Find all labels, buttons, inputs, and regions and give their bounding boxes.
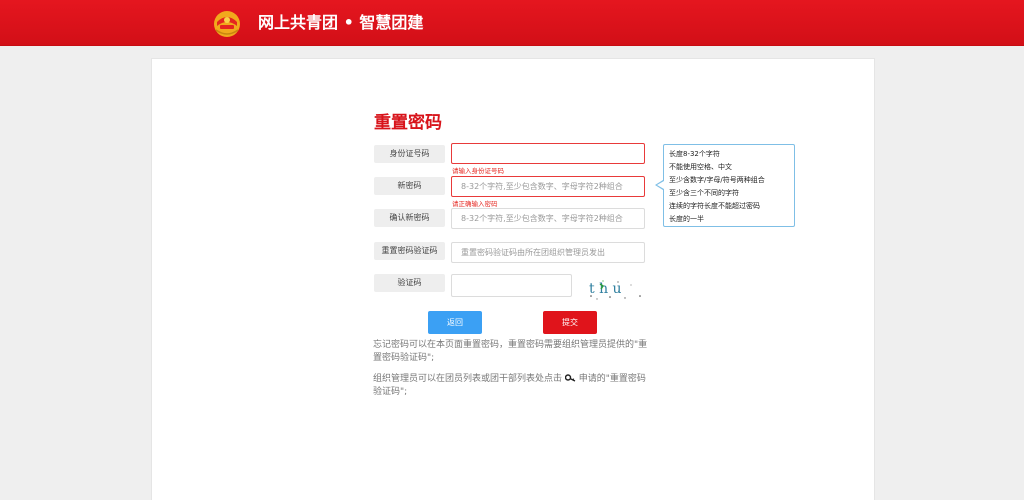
reset-code-input[interactable]: 重置密码验证码由所在团组织管理员发出 [451,242,645,263]
new-password-input[interactable]: 8-32个字符,至少包含数字、字母字符2种组合 [451,176,645,197]
captcha-text: t h u [589,281,622,297]
submit-button[interactable]: 提交 [543,311,597,334]
help-note-2: 组织管理员可以在团员列表或团干部列表处点击 申请的"重置密码验证码"; [373,373,648,399]
app-brand-title: 网上共青团 • 智慧团建 [258,13,424,32]
captcha-image[interactable]: t h u [585,276,645,301]
id-number-error: 请输入身份证号码 [452,167,504,175]
help-note-1: 忘记密码可以在本页面重置密码，重置密码需要组织管理员提供的"重置密码验证码"; [373,340,648,363]
page-title: 重置密码 [374,113,442,133]
tip-line: 至少含数字/字母/符号两种组合 [669,176,765,184]
password-rules-tooltip: 长度8-32个字符 不能使用空格、中文 至少含数字/字母/符号两种组合 至少含三… [663,144,795,227]
id-number-input[interactable] [451,143,645,164]
tip-arrow-fill [657,181,664,189]
id-number-label: 身份证号码 [374,145,445,163]
new-password-error: 请正确输入密码 [452,200,498,208]
back-button[interactable]: 返回 [428,311,482,334]
key-icon [564,374,576,382]
confirm-password-input[interactable]: 8-32个字符,至少包含数字、字母字符2种组合 [451,208,645,229]
reset-code-label: 重置密码验证码 [374,242,445,260]
youth-league-emblem-icon [214,11,240,37]
tip-line: 至少含三个不同的字符 [669,189,739,197]
top-header-bar: 网上共青团 • 智慧团建 [0,0,1024,46]
captcha-input[interactable] [451,274,572,297]
tip-line: 长度8-32个字符 [669,150,720,158]
new-password-label: 新密码 [374,177,445,195]
tip-line: 不能使用空格、中文 [669,163,732,171]
tip-line: 连续的字符长度不能超过密码 [669,202,760,210]
confirm-password-label: 确认新密码 [374,209,445,227]
help-note-2-prefix: 组织管理员可以在团员列表或团干部列表处点击 [373,374,563,384]
tip-line: 长度的一半 [669,215,704,223]
captcha-label: 验证码 [374,274,445,292]
